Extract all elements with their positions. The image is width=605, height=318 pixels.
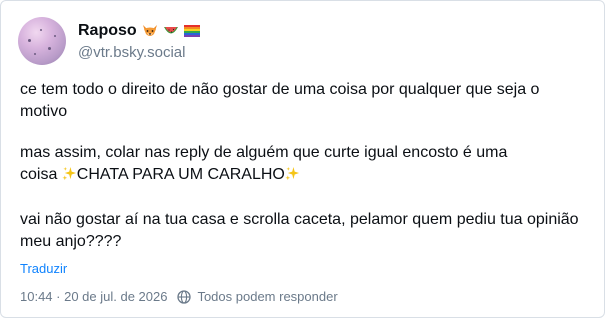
rainbow-flag-emoji-icon [183,25,200,37]
post-paragraph-2: mas assim, colar nas reply de alguém que… [20,142,590,186]
post-paragraph-2-prefix: coisa [20,166,62,183]
fox-emoji-icon [142,25,157,36]
avatar[interactable] [18,17,66,65]
sparkles-icon [285,166,299,181]
post-card: Raposo @vtr.bsky.social ce tem todo o di… [0,0,605,318]
post-paragraph-3: vai não gostar aí na tua casa e scrolla … [20,211,579,250]
post-paragraph-1: ce tem todo o direito de não gostar de u… [20,81,540,120]
globe-icon [177,289,192,304]
sparkles-icon [62,166,76,181]
post-header: Raposo @vtr.bsky.social [18,17,200,65]
display-name[interactable]: Raposo [78,22,137,40]
handle[interactable]: @vtr.bsky.social [78,44,200,61]
post-paragraph-2-line-1: mas assim, colar nas reply de alguém que… [20,144,508,161]
watermelon-emoji-icon [163,27,178,34]
post-timestamp[interactable]: 10:44 · 20 de jul. de 2026 [20,289,167,304]
author-names: Raposo @vtr.bsky.social [78,21,200,61]
reply-setting[interactable]: Todos podem responder [197,289,337,304]
display-name-row[interactable]: Raposo [78,21,200,41]
translate-link[interactable]: Traduzir [20,261,67,276]
post-meta: 10:44 · 20 de jul. de 2026 Todos podem r… [20,289,338,304]
post-highlight-text: CHATA PARA UM CARALHO [76,166,285,183]
